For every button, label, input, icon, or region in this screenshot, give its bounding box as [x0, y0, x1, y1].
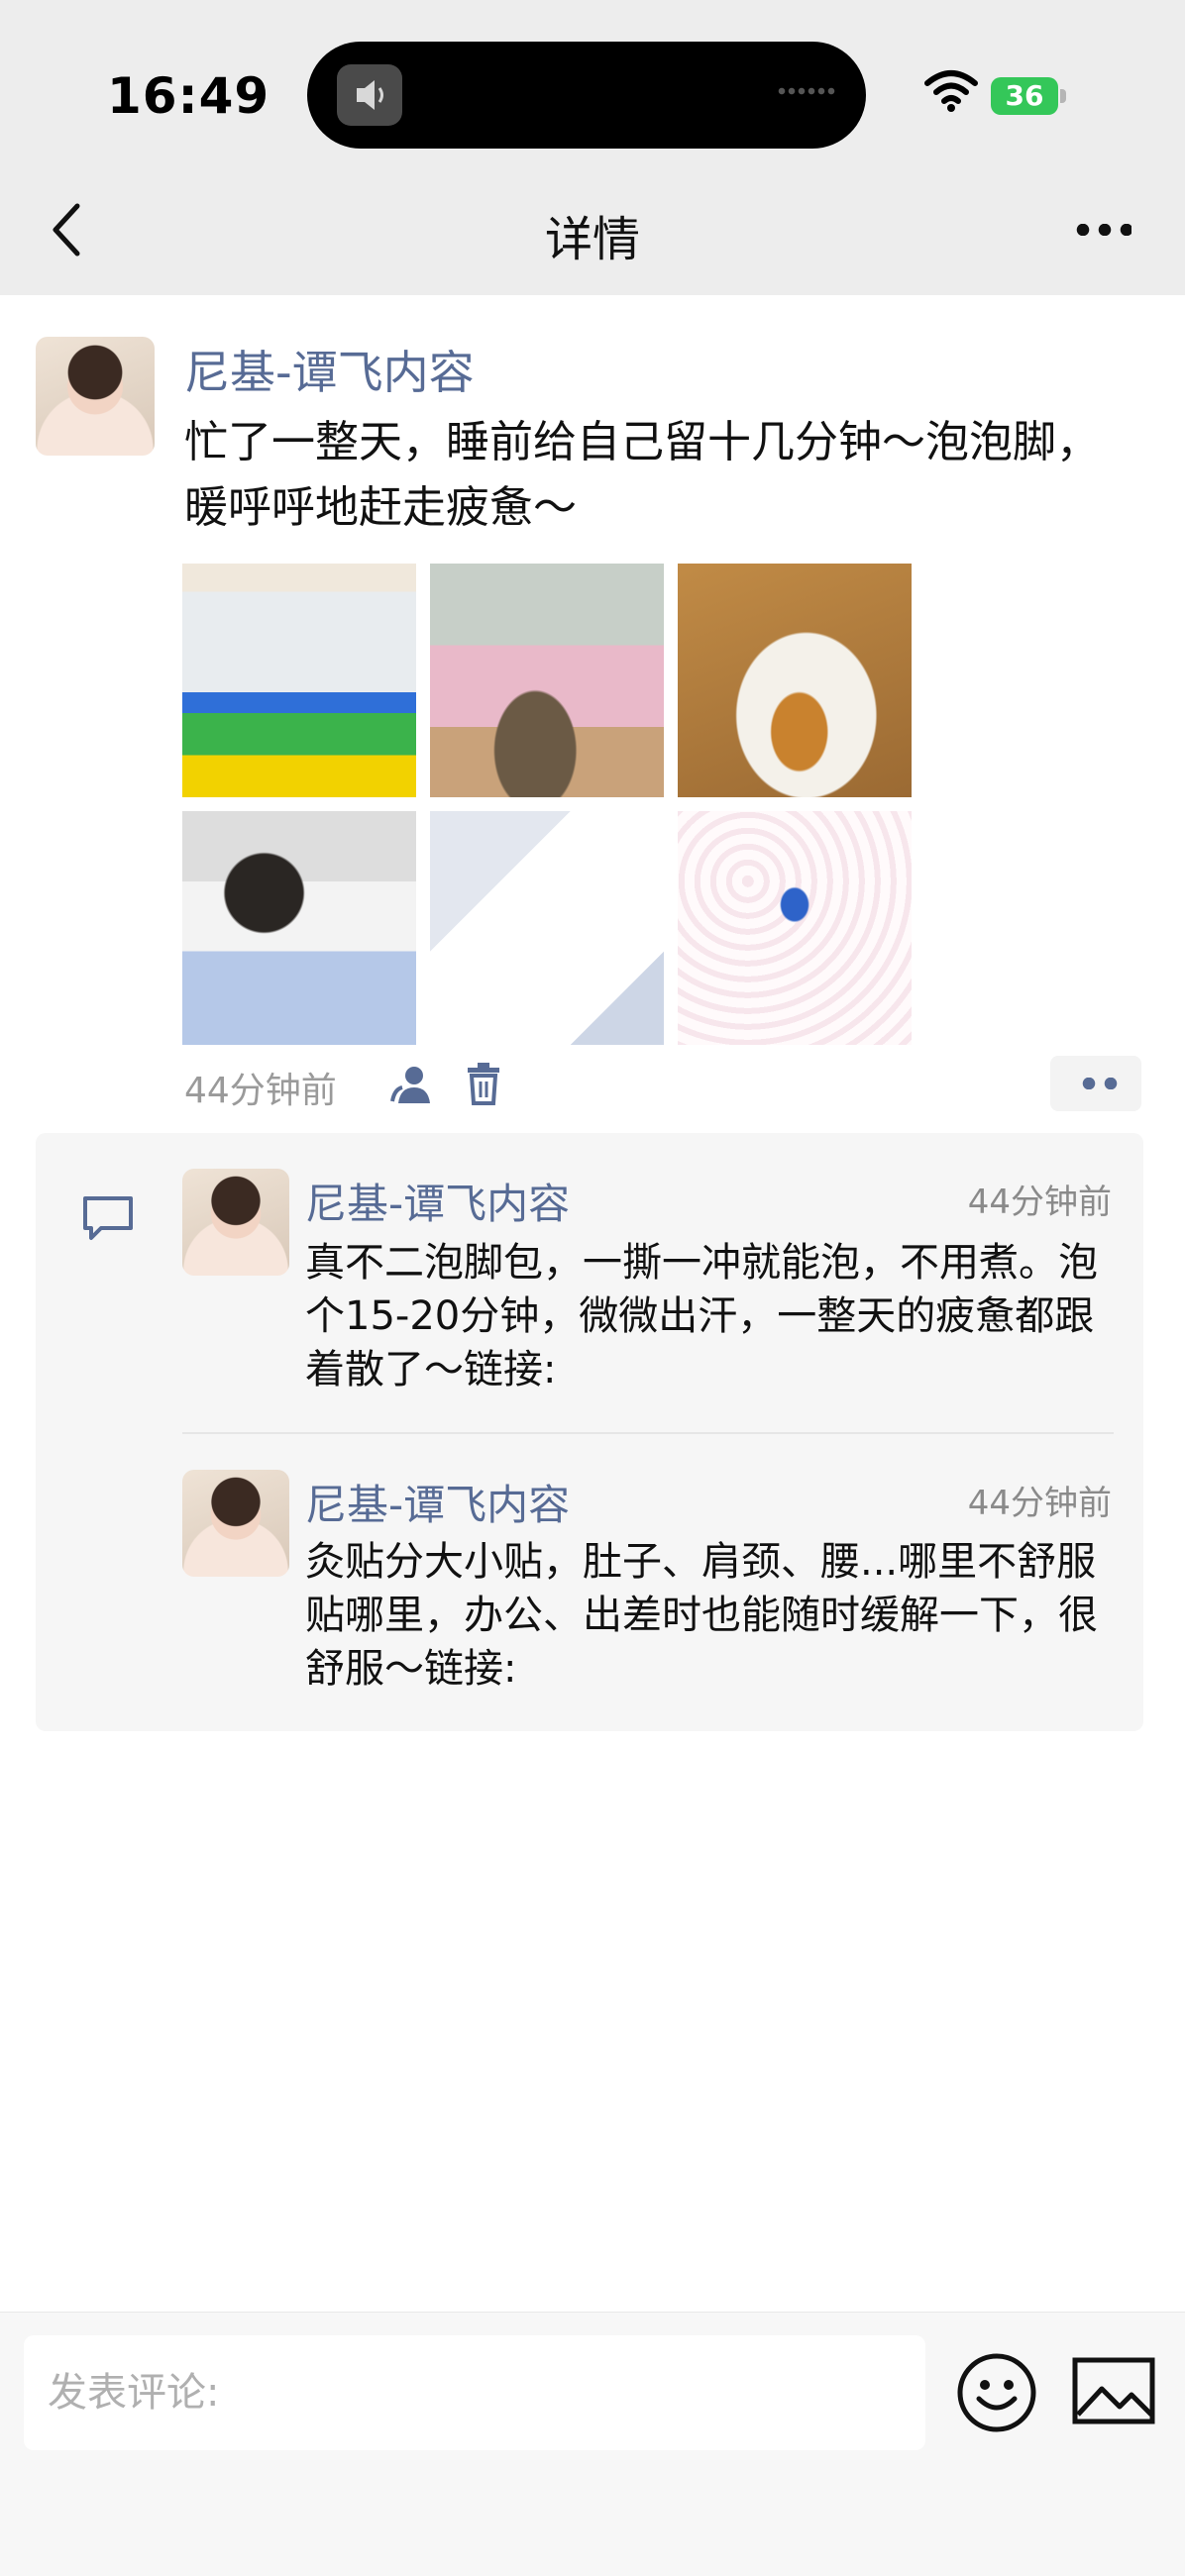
comment-author[interactable]: 尼基-谭飞内容 — [305, 1472, 570, 1532]
more-icon[interactable] — [1072, 224, 1131, 236]
hi-rose-patch-photo[interactable] — [430, 811, 664, 1045]
pouring-herbs-photo[interactable] — [678, 564, 912, 797]
post-time: 44分钟前 — [184, 1071, 337, 1111]
comment-icon — [83, 1196, 133, 1240]
island-indicator — [777, 87, 836, 95]
battery-level: 36 — [1005, 79, 1044, 112]
pajamas-patch-photo[interactable] — [678, 811, 912, 1045]
friends-icon[interactable] — [388, 1064, 436, 1105]
comment-time: 44分钟前 — [967, 1183, 1112, 1222]
page-title: 详情 — [544, 212, 640, 267]
comment-text: 灸贴分大小贴，肚子、肩颈、腰...哪里不舒服贴哪里，办公、出差时也能随时缓解一下… — [305, 1539, 1098, 1692]
comment-divider — [182, 1432, 1114, 1434]
comment-text: 真不二泡脚包，一撕一冲就能泡，不用煮。泡个15-20分钟，微微出汗，一整天的疲惫… — [305, 1240, 1098, 1392]
wifi-icon — [924, 70, 978, 112]
comment-time: 44分钟前 — [967, 1484, 1112, 1523]
action-button[interactable] — [1050, 1056, 1141, 1111]
comment-avatar[interactable] — [182, 1470, 289, 1577]
avatar[interactable] — [36, 337, 155, 456]
battery-cap — [1060, 89, 1066, 103]
trash-icon[interactable] — [464, 1062, 503, 1105]
comment-input[interactable] — [24, 2335, 925, 2450]
emoji-icon[interactable] — [955, 2351, 1038, 2434]
header: 16:49 36 详情 — [0, 0, 1185, 295]
comment-author[interactable]: 尼基-谭飞内容 — [305, 1171, 570, 1231]
status-time: 16:49 — [107, 67, 270, 125]
dots-icon — [1078, 1078, 1118, 1089]
dynamic-island — [307, 42, 866, 149]
office-laptop-photo[interactable] — [182, 811, 416, 1045]
speaker-icon — [337, 64, 402, 126]
image-icon[interactable] — [1072, 2357, 1155, 2424]
foot-soak-photo[interactable] — [430, 564, 664, 797]
comment-avatar[interactable] — [182, 1169, 289, 1276]
post-text: 忙了一整天，睡前给自己留十几分钟～泡泡脚，暖呼呼地赶走疲惫～ — [184, 417, 1100, 533]
foot-soak-packs-photo[interactable] — [182, 564, 416, 797]
post-author[interactable]: 尼基-谭飞内容 — [184, 337, 475, 402]
